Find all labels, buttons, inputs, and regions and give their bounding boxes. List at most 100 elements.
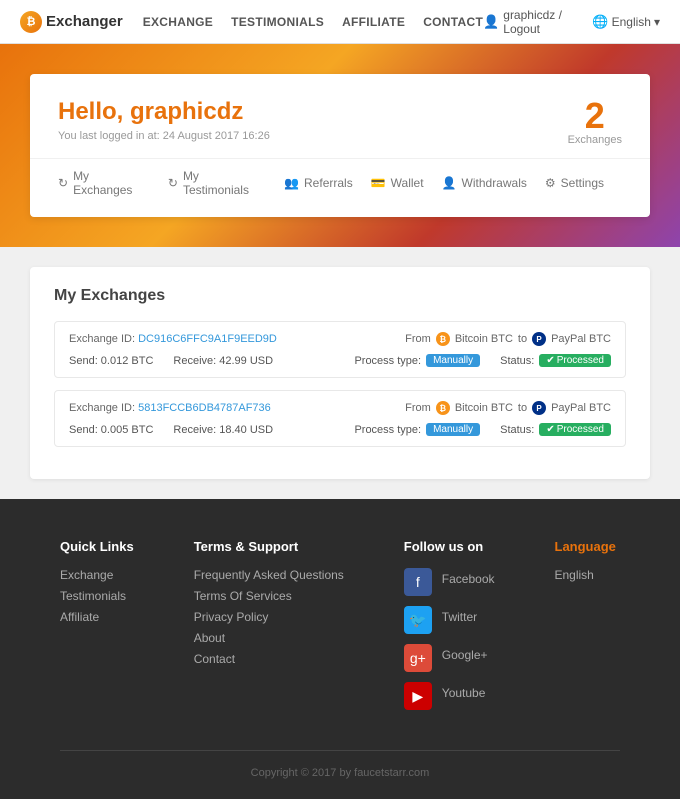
tab-my-exchanges[interactable]: ↻ My Exchanges [58,169,150,197]
tab-referrals[interactable]: 👥 Referrals [284,169,353,197]
process-type-badge: Manually [426,354,480,367]
exchange-tab-icon: ↻ [58,176,68,190]
twitter-icon: 🐦 [404,606,432,634]
footer-link-affiliate[interactable]: Affiliate [60,610,134,624]
exchange-id-label: Exchange ID: DC916C6FFC9A1F9EED9D [69,333,277,345]
nav-item-affiliate[interactable]: AFFILIATE [342,15,405,29]
lang-label: English [612,15,651,29]
footer-columns: Quick Links Exchange Testimonials Affili… [60,539,620,720]
from-currency: Bitcoin BTC [455,402,513,414]
logo-text: Exchanger [46,13,123,30]
footer-social: Follow us on f Facebook 🐦 Twitter g+ Goo… [404,539,495,720]
table-row: Exchange ID: DC916C6FFC9A1F9EED9D From ₿… [54,321,626,378]
status-field: Status: ✔ Processed [500,354,611,367]
youtube-link[interactable]: Youtube [442,686,486,700]
hero-username: graphicdz [130,98,243,125]
main-nav: EXCHANGE TESTIMONIALS AFFILIATE CONTACT [143,15,483,29]
footer: Quick Links Exchange Testimonials Affili… [0,499,680,799]
tab-wallet[interactable]: 💳 Wallet [371,169,424,197]
hero-greeting: Hello, graphicdz [58,98,622,126]
tab-my-exchanges-label: My Exchanges [73,169,150,197]
globe-icon: 🌐 [592,14,608,30]
hero-card: 2 Exchanges Hello, graphicdz You last lo… [30,74,650,217]
from-currency: Bitcoin BTC [455,333,513,345]
exchange-id-link[interactable]: 5813FCCB6DB4787AF736 [138,402,271,414]
exchanges-label: Exchanges [568,134,622,146]
tab-withdrawals-label: Withdrawals [462,176,527,190]
footer-link-about[interactable]: About [194,631,344,645]
arrow-icon: to [518,402,527,414]
tab-my-testimonials[interactable]: ↻ My Testimonials [168,169,266,197]
footer-link-contact[interactable]: Contact [194,652,344,666]
facebook-link[interactable]: Facebook [442,572,495,586]
footer-link-testimonials[interactable]: Testimonials [60,589,134,603]
footer-link-english[interactable]: English [555,568,616,582]
exchange-card-body: Send: 0.005 BTC Receive: 18.40 USD Proce… [69,423,611,436]
withdrawals-tab-icon: 👤 [442,176,457,190]
user-label: graphicdz / Logout [503,8,578,36]
user-link[interactable]: 👤 graphicdz / Logout [483,8,578,36]
hero-tabs: ↻ My Exchanges ↻ My Testimonials 👥 Refer… [30,158,650,197]
nav-item-testimonials[interactable]: TESTIMONIALS [231,15,324,29]
exchange-id-label: Exchange ID: 5813FCCB6DB4787AF736 [69,402,271,414]
footer-copyright: Copyright © 2017 by faucetstarr.com [60,750,620,779]
tab-referrals-label: Referrals [304,176,353,190]
wallet-tab-icon: 💳 [371,176,386,190]
btc-icon: ₿ [436,401,450,415]
header-left: ₿ Exchanger EXCHANGE TESTIMONIALS AFFILIAT… [20,11,483,33]
nav-item-exchange[interactable]: EXCHANGE [143,15,213,29]
header-right: 👤 graphicdz / Logout 🌐 English ▾ [483,8,660,36]
testimonials-tab-icon: ↻ [168,176,178,190]
exchange-card-body: Send: 0.012 BTC Receive: 42.99 USD Proce… [69,354,611,367]
panel-title: My Exchanges [54,287,626,305]
twitter-link[interactable]: Twitter [442,610,477,624]
footer-link-privacy[interactable]: Privacy Policy [194,610,344,624]
social-item-youtube: ▶ Youtube [404,682,495,710]
logo: ₿ Exchanger [20,11,123,33]
exchange-card-header: Exchange ID: DC916C6FFC9A1F9EED9D From ₿… [69,332,611,346]
footer-link-faq[interactable]: Frequently Asked Questions [194,568,344,582]
exchange-card-header: Exchange ID: 5813FCCB6DB4787AF736 From ₿… [69,401,611,415]
paypal-icon: P [532,332,546,346]
facebook-icon: f [404,568,432,596]
exchange-id-link[interactable]: DC916C6FFC9A1F9EED9D [138,333,277,345]
quick-links-title: Quick Links [60,539,134,554]
receive-field: Receive: 18.40 USD [173,424,273,436]
exchange-from: From ₿ Bitcoin BTC to P PayPal BTC [405,332,611,346]
process-type: Process type: Manually [354,423,480,436]
tab-settings[interactable]: ⚙ Settings [545,169,604,197]
settings-tab-icon: ⚙ [545,176,556,190]
language-title: Language [555,539,616,554]
exchange-from: From ₿ Bitcoin BTC to P PayPal BTC [405,401,611,415]
paypal-icon: P [532,401,546,415]
main-content: My Exchanges Exchange ID: DC916C6FFC9A1F… [0,247,680,499]
user-icon: 👤 [483,14,499,30]
hero-section: 2 Exchanges Hello, graphicdz You last lo… [0,44,680,247]
from-label: From [405,333,431,345]
process-type: Process type: Manually [354,354,480,367]
exchanges-panel: My Exchanges Exchange ID: DC916C6FFC9A1F… [30,267,650,479]
footer-terms: Terms & Support Frequently Asked Questio… [194,539,344,720]
footer-language: Language English [555,539,616,720]
to-currency: PayPal BTC [551,402,611,414]
footer-link-tos[interactable]: Terms Of Services [194,589,344,603]
language-link[interactable]: 🌐 English ▾ [592,14,660,30]
status-field: Status: ✔ Processed [500,423,611,436]
chevron-down-icon: ▾ [654,15,660,29]
googleplus-link[interactable]: Google+ [442,648,488,662]
exchanges-badge: 2 Exchanges [568,98,622,146]
send-field: Send: 0.005 BTC [69,424,153,436]
receive-field: Receive: 42.99 USD [173,355,273,367]
btc-icon: ₿ [436,332,450,346]
from-label: From [405,402,431,414]
footer-link-exchange[interactable]: Exchange [60,568,134,582]
social-item-googleplus: g+ Google+ [404,644,495,672]
status-badge: ✔ Processed [539,354,611,367]
tab-settings-label: Settings [561,176,604,190]
social-item-twitter: 🐦 Twitter [404,606,495,634]
tab-withdrawals[interactable]: 👤 Withdrawals [442,169,527,197]
process-type-badge: Manually [426,423,480,436]
nav-item-contact[interactable]: CONTACT [423,15,483,29]
tab-wallet-label: Wallet [391,176,424,190]
googleplus-icon: g+ [404,644,432,672]
